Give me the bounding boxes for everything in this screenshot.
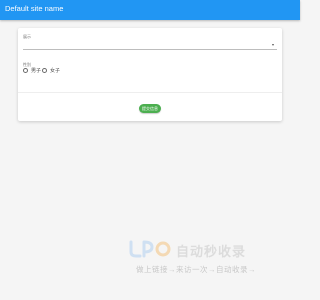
divider: [18, 92, 282, 93]
gender-label: 性别: [23, 62, 31, 67]
watermark: 自动秒收录 做上链接→来访一次→自动收录→: [128, 240, 288, 276]
watermark-tagline: 做上链接→来访一次→自动收录→: [136, 265, 256, 274]
display-select[interactable]: [23, 40, 277, 50]
form-card: 展示 性别 男子 女子 提交信息: [18, 28, 282, 121]
watermark-brand: 自动秒收录: [176, 244, 247, 259]
chevron-down-icon: [272, 44, 274, 46]
radio-circle-icon[interactable]: [42, 68, 47, 73]
submit-button[interactable]: 提交信息: [139, 104, 161, 113]
radio-circle-icon[interactable]: [23, 68, 28, 73]
select-label: 展示: [23, 34, 31, 39]
app-bar: Default site name: [0, 0, 300, 20]
radio-option-label: 男子: [31, 68, 42, 74]
app-title: Default site name: [5, 4, 64, 13]
radio-option-label: 女子: [50, 68, 61, 74]
watermark-logo-icon: [129, 240, 171, 258]
